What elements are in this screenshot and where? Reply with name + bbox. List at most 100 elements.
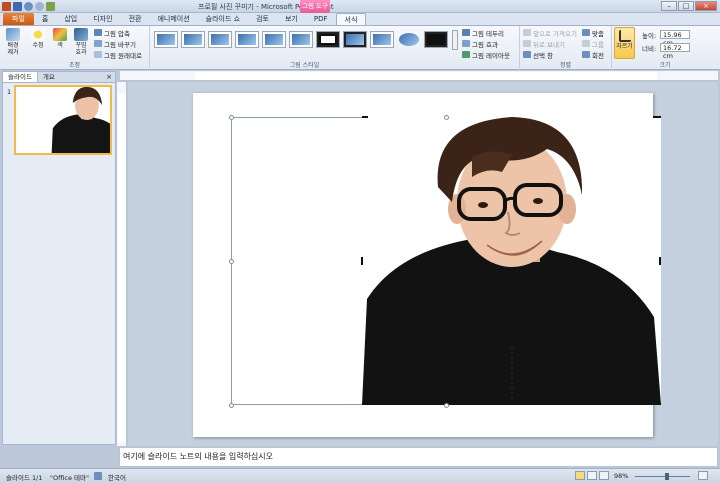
notes-pane[interactable]: 여기에 슬라이드 노트의 내용을 입력하십시오 (119, 447, 718, 467)
artistic-effects-button[interactable]: 꾸밈 효과 (71, 28, 91, 56)
picture-style-5[interactable] (262, 31, 286, 48)
crop-handle-right-mid[interactable] (659, 257, 661, 265)
tab-insert[interactable]: 삽입 (56, 13, 85, 25)
slide-canvas[interactable] (193, 93, 661, 437)
crop-handle-bottom-right[interactable] (653, 403, 661, 405)
theme-name: "Office 테마" (50, 474, 89, 482)
selection-pane-icon (523, 51, 531, 58)
picture-layout-icon (462, 51, 470, 58)
picture-style-10[interactable] (397, 31, 421, 48)
picture-style-8[interactable] (343, 31, 367, 48)
tab-view[interactable]: 보기 (277, 13, 306, 25)
sun-icon (31, 28, 45, 41)
color-icon (53, 28, 67, 41)
send-backward-button[interactable]: 뒤로 보내기 (523, 39, 565, 49)
panel-close-icon[interactable]: × (106, 73, 112, 81)
crop-button[interactable]: 자르기 (614, 27, 635, 59)
resize-handle-bottom-mid[interactable] (444, 403, 449, 408)
resize-handle-left-mid[interactable] (229, 259, 234, 264)
tab-slides[interactable]: 슬라이드 (3, 72, 38, 82)
remove-background-button[interactable]: 배경 제거 (3, 28, 23, 56)
tab-file[interactable]: 파일 (3, 13, 34, 25)
crop-handle-left-mid[interactable] (361, 257, 363, 265)
resize-handle-bottom-left[interactable] (229, 403, 234, 408)
maximize-button[interactable]: □ (678, 1, 694, 11)
color-button[interactable]: 색 (50, 28, 70, 49)
picture-style-2[interactable] (181, 31, 205, 48)
corrections-button[interactable]: 수정 (28, 28, 48, 49)
zoom-slider-knob[interactable] (665, 473, 669, 480)
bring-forward-button[interactable]: 앞으로 가져오기 (523, 28, 577, 38)
styles-scroll-button[interactable] (452, 30, 458, 50)
picture-style-4[interactable] (235, 31, 259, 48)
resize-handle-top-left[interactable] (229, 115, 234, 120)
picture-style-11[interactable] (424, 31, 448, 48)
undo-icon[interactable] (24, 2, 33, 11)
spell-check-icon[interactable] (94, 472, 102, 480)
align-button[interactable]: 맞춤 (582, 28, 604, 38)
fit-slide-button[interactable] (698, 471, 708, 480)
crop-handle-top-left[interactable] (362, 116, 368, 118)
picture-style-9[interactable] (370, 31, 394, 48)
minimize-button[interactable]: – (661, 1, 677, 11)
reset-picture-icon (94, 51, 102, 58)
save-icon[interactable] (13, 2, 22, 11)
crop-handle-top-right[interactable] (653, 116, 661, 118)
align-icon (582, 29, 590, 36)
send-backward-icon (523, 40, 531, 47)
redo-icon[interactable] (35, 2, 44, 11)
tab-animations[interactable]: 애니메이션 (149, 13, 197, 25)
height-field[interactable]: 15.96 cm (660, 30, 690, 47)
picture-border-button[interactable]: 그림 테두리 (462, 28, 504, 38)
compress-pictures-button[interactable]: 그림 압축 (94, 28, 130, 38)
tab-home[interactable]: 홈 (34, 13, 56, 25)
change-picture-button[interactable]: 그림 바꾸기 (94, 39, 136, 49)
reset-picture-button[interactable]: 그림 원래대로 (94, 50, 142, 60)
tab-design[interactable]: 디자인 (85, 13, 120, 25)
crop-handle-bottom-left[interactable] (362, 403, 368, 405)
picture-layout-button[interactable]: 그림 레이아웃 (462, 50, 510, 60)
slide-thumbnail[interactable] (14, 85, 112, 155)
normal-view-button[interactable] (575, 471, 585, 480)
zoom-level[interactable]: 98% (614, 472, 628, 480)
picture-effects-button[interactable]: 그림 효과 (462, 39, 498, 49)
artistic-effects-icon (74, 28, 88, 41)
close-button[interactable]: × (695, 1, 717, 11)
tab-format[interactable]: 서식 (335, 13, 367, 25)
resize-handle-top-mid[interactable] (444, 115, 449, 120)
tab-slideshow[interactable]: 슬라이드 쇼 (198, 13, 248, 25)
status-bar: 슬라이드 1/1 "Office 테마" 한국어 98% (0, 468, 720, 483)
tab-review[interactable]: 검토 (248, 13, 277, 25)
picture-tools-context: 그림 도구 (300, 0, 330, 13)
powerpoint-icon[interactable] (2, 2, 11, 11)
picture-style-1[interactable] (154, 31, 178, 48)
rotate-icon (582, 51, 590, 58)
slide-thumbnail-photo (51, 87, 110, 153)
profile-photo[interactable] (362, 117, 661, 405)
picture-style-3[interactable] (208, 31, 232, 48)
profile-photo-image (362, 117, 661, 405)
vertical-ruler (117, 82, 127, 446)
crop-icon (618, 30, 631, 42)
width-field[interactable]: 16.72 cm (660, 43, 690, 60)
rotate-button[interactable]: 회전 (582, 50, 604, 60)
picture-style-6[interactable] (289, 31, 313, 48)
remove-background-icon (6, 28, 20, 41)
group-button[interactable]: 그룹 (582, 39, 604, 49)
language[interactable]: 한국어 (108, 472, 126, 482)
horizontal-ruler (120, 71, 718, 81)
tab-outline[interactable]: 개요 (38, 72, 60, 82)
selection-pane-button[interactable]: 선택 창 (523, 50, 553, 60)
size-group: 자르기 높이: 15.96 cm 너비: 16.72 cm 크기 (612, 26, 718, 70)
start-show-icon[interactable] (46, 2, 55, 11)
picture-style-7[interactable] (316, 31, 340, 48)
slide-sorter-button[interactable] (587, 471, 597, 480)
group-icon (582, 40, 590, 47)
picture-border-icon (462, 29, 470, 36)
reading-view-button[interactable] (599, 471, 609, 480)
picture-effects-icon (462, 40, 470, 47)
tab-pdf[interactable]: PDF (306, 13, 336, 25)
tab-transitions[interactable]: 전환 (121, 13, 150, 25)
quick-access-toolbar (2, 1, 55, 12)
zoom-slider[interactable] (635, 473, 690, 480)
